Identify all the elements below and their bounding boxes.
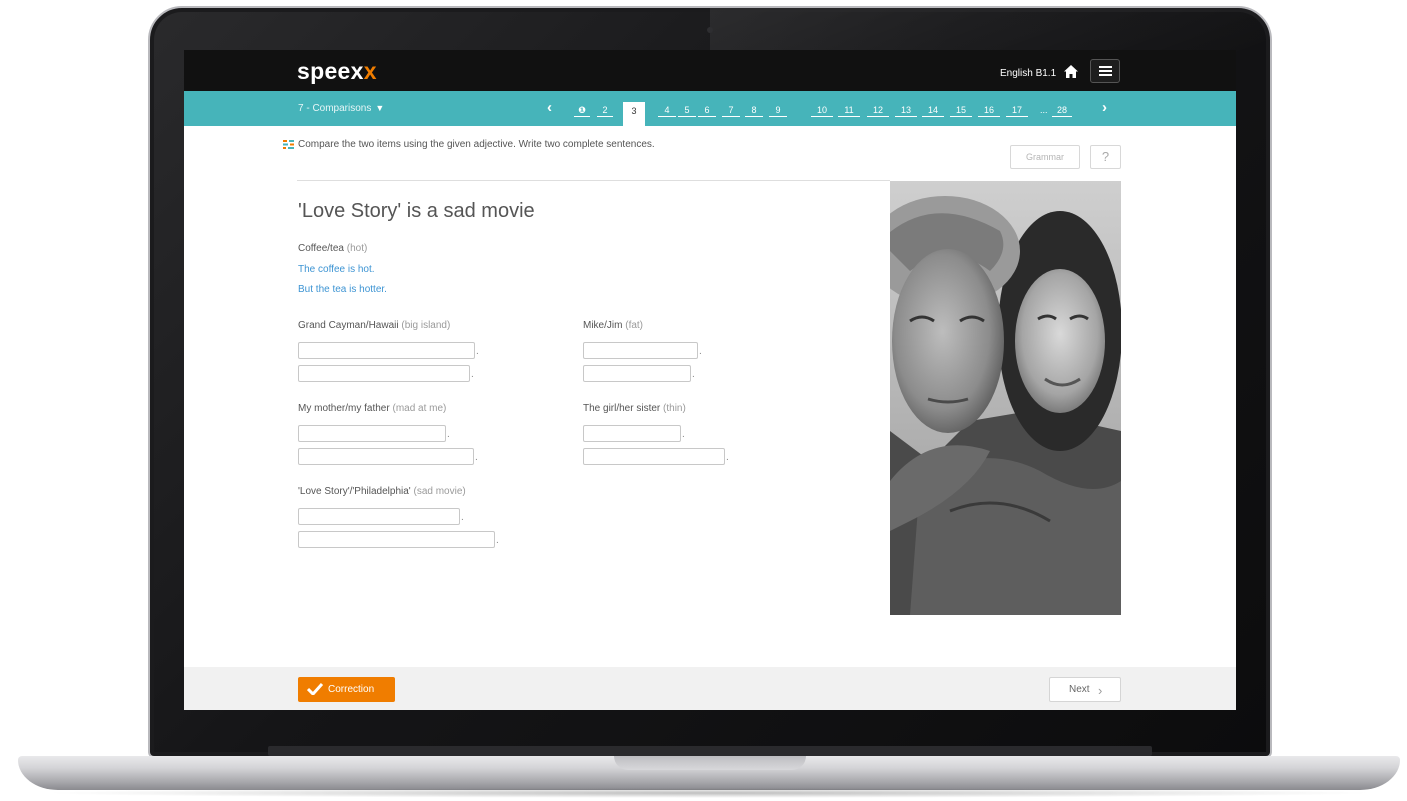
example-prompt: Coffee/tea (hot) [298,243,367,254]
page-9[interactable]: 9 [769,105,787,117]
top-bar: speexx English B1.1 [184,50,1236,91]
page-7[interactable]: 7 [722,105,740,117]
item-prompt: The girl/her sister (thin) [583,403,686,414]
sentence-period: . [471,369,474,380]
next-button[interactable]: Next › [1049,677,1121,702]
hamburger-icon [1099,70,1112,72]
laptop-shadow [40,788,1378,798]
page-10[interactable]: 10 [811,105,833,117]
logo-accent: x [363,58,377,84]
page-13[interactable]: 13 [895,105,917,117]
chevron-down-icon: ▼ [375,103,385,113]
movie-photo [890,181,1121,615]
page-4[interactable]: 4 [658,105,676,117]
speexx-logo[interactable]: speexx [297,58,377,85]
next-button-label: Next [1069,684,1090,695]
item-hint: (big island) [401,320,451,331]
item-prompt-text: My mother/my father [298,403,390,414]
page-17[interactable]: 17 [1006,105,1028,117]
item-hint: (thin) [663,403,686,414]
answer-input[interactable] [298,531,495,548]
check-icon [307,683,323,695]
hamburger-icon [1099,66,1112,68]
item-prompt: Mike/Jim (fat) [583,320,643,331]
item-hint: (sad movie) [413,486,466,497]
divider [297,180,890,181]
chevron-right-icon: › [1098,683,1103,698]
sentence-period: . [496,535,499,546]
item-hint: (fat) [625,320,644,331]
hamburger-icon [1099,74,1112,76]
sentence-period: . [447,429,450,440]
sentence-period: . [476,346,479,357]
answer-input[interactable] [583,342,698,359]
exercise-title: 'Love Story' is a sad movie [298,200,535,222]
home-icon[interactable] [1064,65,1078,78]
example-answer-1: The coffee is hot. [298,264,375,275]
example-answer-2: But the tea is hotter. [298,284,387,295]
camera [707,27,713,33]
footer-bar: Correction Next › [184,667,1236,710]
exercise-icon [283,140,294,149]
logo-text: speex [297,58,364,84]
page-15[interactable]: 15 [950,105,972,117]
sentence-period: . [475,452,478,463]
item-prompt-text: 'Love Story'/'Philadelphia' [298,486,411,497]
lesson-dropdown-label: 7 - Comparisons [298,103,372,114]
page-3[interactable]: 3 [623,102,645,126]
example-prompt-text: Coffee/tea [298,243,344,254]
instruction-text: Compare the two items using the given ad… [298,139,655,150]
item-prompt: Grand Cayman/Hawaii (big island) [298,320,450,331]
answer-input[interactable] [298,508,460,525]
sentence-period: . [682,429,685,440]
answer-input[interactable] [583,425,681,442]
page-ellipsis: ... [1040,105,1048,115]
app-screen: speexx English B1.1 7 - Comparisons ▼ ‹ ❶… [184,50,1236,710]
grammar-button[interactable]: Grammar [1010,145,1080,169]
sentence-period: . [699,346,702,357]
sentence-period: . [692,369,695,380]
item-prompt-text: The girl/her sister [583,403,661,414]
page-16[interactable]: 16 [978,105,1000,117]
answer-input[interactable] [298,342,475,359]
item-prompt-text: Mike/Jim [583,320,623,331]
menu-button[interactable] [1090,59,1120,83]
page-12[interactable]: 12 [867,105,889,117]
answer-input[interactable] [298,448,474,465]
help-button[interactable]: ? [1090,145,1121,169]
page-2[interactable]: 2 [597,105,613,117]
page-5[interactable]: 5 [678,105,696,117]
item-prompt: My mother/my father (mad at me) [298,403,446,414]
example-hint: (hot) [346,243,368,254]
item-hint: (mad at me) [392,403,447,414]
correction-button-label: Correction [328,684,375,695]
page-11[interactable]: 11 [838,105,860,117]
item-prompt-text: Grand Cayman/Hawaii [298,320,399,331]
laptop-hinge [268,746,1152,756]
page-14[interactable]: 14 [922,105,944,117]
answer-input[interactable] [583,448,725,465]
answer-input[interactable] [298,425,446,442]
nav-bar: 7 - Comparisons ▼ ‹ ❶ 2 3 4 5 6 7 8 9 10 11 12 13 14 15… [184,91,1236,126]
prev-page-arrow[interactable]: ‹ [547,99,552,116]
sentence-period: . [461,512,464,523]
correction-button[interactable]: Correction [298,677,395,702]
page-info[interactable]: ❶ [574,105,590,117]
laptop-base-notch [614,756,806,770]
answer-input[interactable] [583,365,691,382]
lesson-dropdown[interactable]: 7 - Comparisons ▼ [298,103,384,114]
item-prompt: 'Love Story'/'Philadelphia' (sad movie) [298,486,466,497]
page-28[interactable]: 28 [1052,105,1072,117]
answer-input[interactable] [298,365,470,382]
page-8[interactable]: 8 [745,105,763,117]
page-6[interactable]: 6 [698,105,716,117]
sentence-period: . [726,452,729,463]
next-page-arrow[interactable]: › [1102,99,1107,116]
course-label: English B1.1 [1000,68,1057,79]
